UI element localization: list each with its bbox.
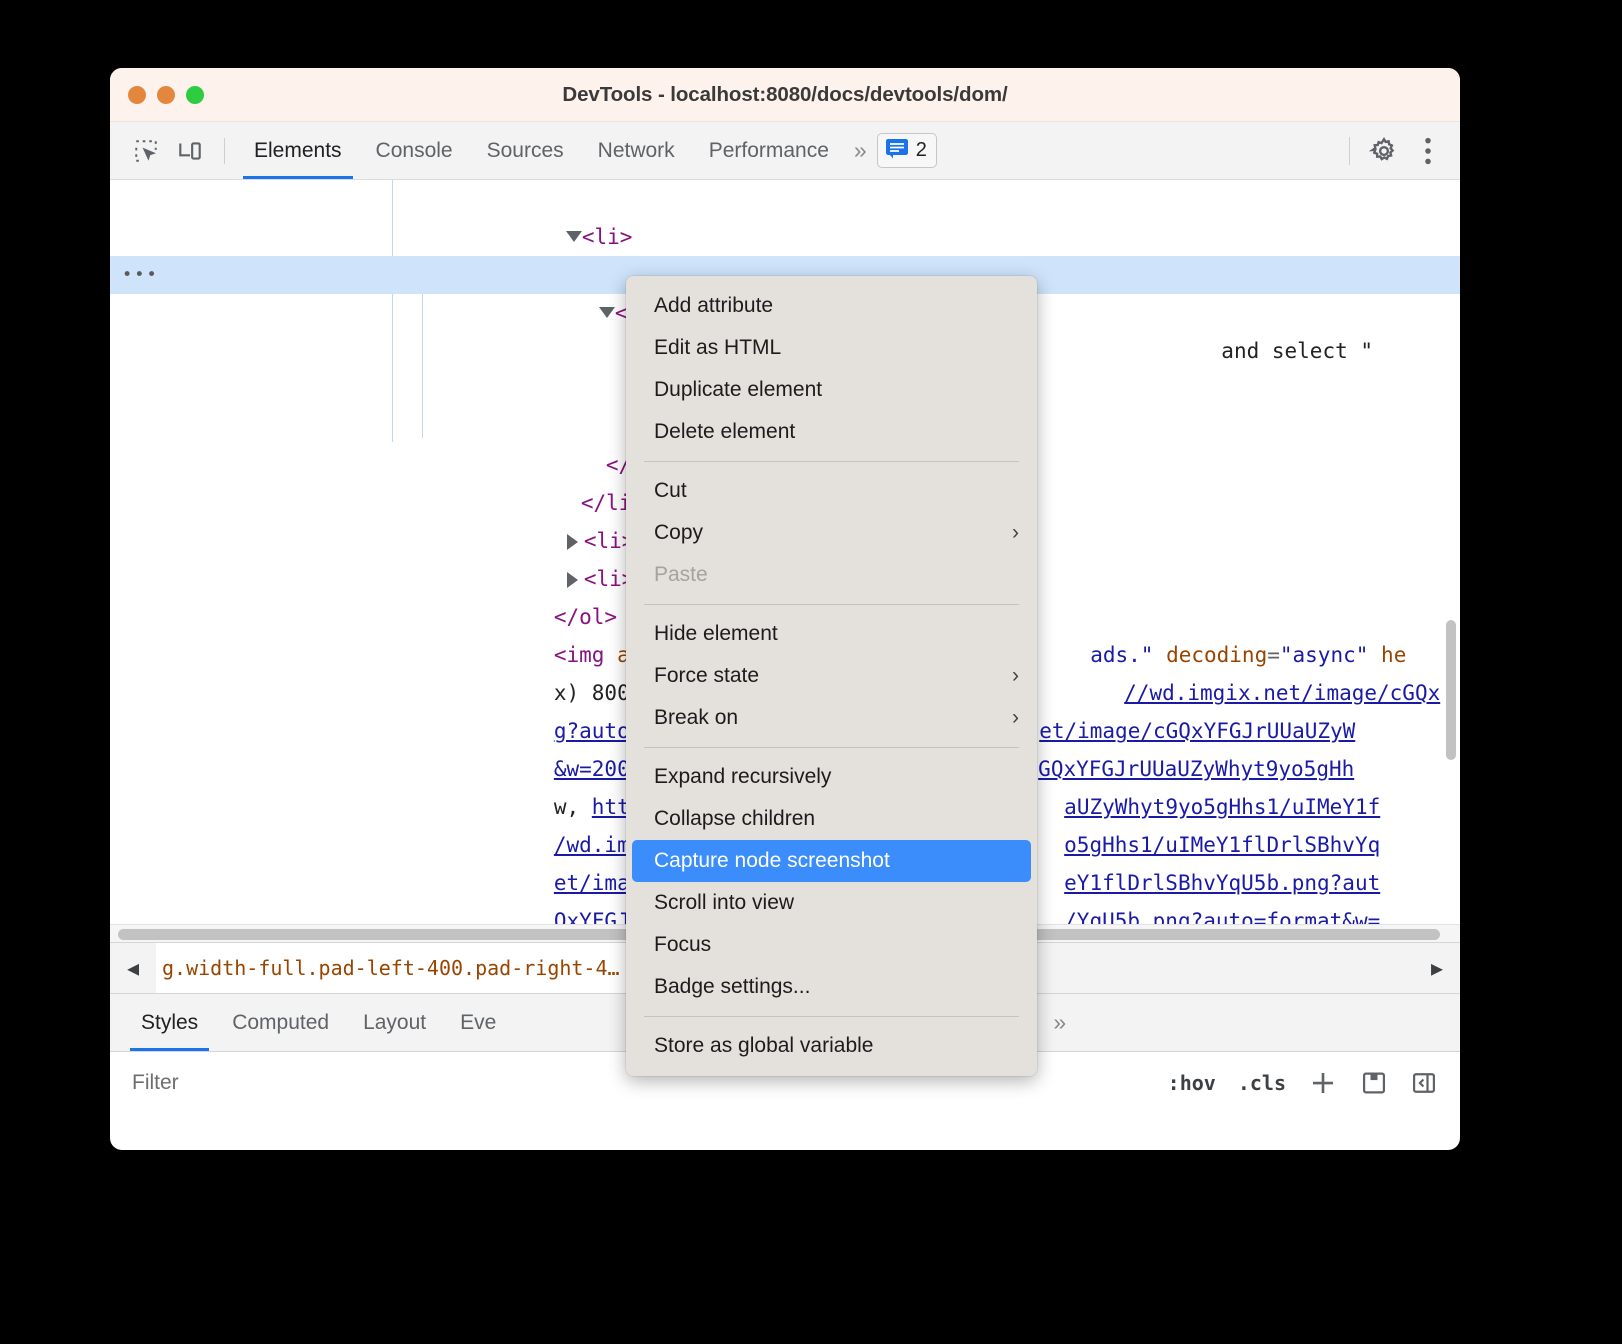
- menu-item-focus[interactable]: Focus: [626, 924, 1037, 966]
- menu-item-collapse-children[interactable]: Collapse children: [626, 798, 1037, 840]
- chevron-right-icon: ›: [1012, 706, 1019, 729]
- filter-input[interactable]: Filter: [132, 1071, 179, 1095]
- panel-tab-list: Elements Console Sources Network Perform…: [237, 122, 937, 179]
- menu-item-break-on[interactable]: Break on ›: [626, 697, 1037, 739]
- toolbar-divider: [224, 137, 225, 164]
- menu-item-delete-element[interactable]: Delete element: [626, 411, 1037, 453]
- menu-item-force-state-label: Force state: [654, 664, 760, 687]
- sidebar-more-tabs-icon[interactable]: »: [1045, 1009, 1070, 1036]
- menu-separator: [644, 604, 1019, 605]
- menu-item-capture-node-screenshot[interactable]: Capture node screenshot: [632, 840, 1031, 882]
- breadcrumb-scroll-left-icon[interactable]: ◀: [110, 943, 156, 993]
- tab-console[interactable]: Console: [359, 122, 470, 179]
- tab-event-listeners[interactable]: Eve: [443, 994, 513, 1051]
- menu-item-force-state[interactable]: Force state ›: [626, 655, 1037, 697]
- menu-item-store-as-global-variable[interactable]: Store as global variable: [626, 1025, 1037, 1067]
- traffic-lights: [128, 85, 204, 104]
- menu-separator: [644, 1016, 1019, 1017]
- chevron-right-icon: ›: [1012, 664, 1019, 687]
- tab-sources[interactable]: Sources: [470, 122, 581, 179]
- menu-item-copy[interactable]: Copy ›: [626, 512, 1037, 554]
- force-state-button[interactable]: :hov: [1168, 1071, 1216, 1095]
- close-window-button[interactable]: [128, 85, 146, 104]
- menu-item-edit-as-html[interactable]: Edit as HTML: [626, 327, 1037, 369]
- dom-row[interactable]: <li>: [110, 180, 1460, 249]
- menu-separator: [644, 461, 1019, 462]
- row-actions-icon[interactable]: •••: [122, 256, 159, 294]
- tab-performance[interactable]: Performance: [692, 122, 846, 179]
- tab-layout[interactable]: Layout: [346, 994, 443, 1051]
- context-menu[interactable]: Add attribute Edit as HTML Duplicate ele…: [626, 276, 1037, 1076]
- menu-item-hide-element[interactable]: Hide element: [626, 613, 1037, 655]
- element-classes-button[interactable]: .cls: [1238, 1071, 1286, 1095]
- breadcrumb-scroll-right-icon[interactable]: ▶: [1414, 943, 1460, 993]
- devtools-toolbar: Elements Console Sources Network Perform…: [110, 122, 1460, 180]
- more-tabs-icon[interactable]: »: [846, 137, 871, 164]
- menu-item-copy-label: Copy: [654, 521, 704, 544]
- minimize-window-button[interactable]: [157, 85, 175, 104]
- device-toolbar-icon[interactable]: [168, 131, 212, 171]
- window-titlebar: DevTools - localhost:8080/docs/devtools/…: [110, 68, 1460, 122]
- menu-item-paste: Paste: [654, 563, 708, 586]
- menu-item-duplicate-element[interactable]: Duplicate element: [626, 369, 1037, 411]
- style-sheet-icon[interactable]: [1360, 1069, 1388, 1097]
- toolbar-divider-2: [1349, 136, 1350, 165]
- menu-item-break-on-label: Break on: [654, 706, 739, 729]
- devtools-window: DevTools - localhost:8080/docs/devtools/…: [110, 68, 1460, 1150]
- issues-count: 2: [915, 139, 927, 161]
- toolbar-right-group: [1337, 131, 1460, 171]
- window-title: DevTools - localhost:8080/docs/devtools/…: [562, 82, 1008, 106]
- menu-item-cut[interactable]: Cut: [626, 470, 1037, 512]
- dom-row[interactable]: ::beforeflex: [110, 218, 1460, 288]
- kebab-menu-icon[interactable]: [1406, 131, 1450, 171]
- issues-message-icon: [885, 137, 909, 164]
- menu-item-add-attribute[interactable]: Add attribute: [626, 285, 1037, 327]
- menu-item-expand-recursively[interactable]: Expand recursively: [626, 756, 1037, 798]
- gear-icon[interactable]: [1362, 131, 1406, 171]
- inspect-element-icon[interactable]: [124, 131, 168, 171]
- filter-actions: :hov .cls: [1168, 1068, 1448, 1098]
- tab-elements[interactable]: Elements: [237, 122, 359, 179]
- chevron-right-icon: ›: [1012, 521, 1019, 544]
- plus-icon[interactable]: [1308, 1068, 1338, 1098]
- issues-button[interactable]: 2: [876, 133, 937, 168]
- toggle-sidebar-icon[interactable]: [1410, 1069, 1438, 1097]
- breadcrumb-item-0[interactable]: g.width-full.pad-left-400.pad-right-4…: [156, 943, 632, 993]
- zoom-window-button[interactable]: [186, 85, 204, 104]
- tab-styles[interactable]: Styles: [124, 994, 215, 1051]
- tab-network[interactable]: Network: [581, 122, 692, 179]
- menu-separator: [644, 747, 1019, 748]
- menu-item-badge-settings[interactable]: Badge settings...: [626, 966, 1037, 1008]
- dom-vertical-scrollbar[interactable]: [1446, 620, 1456, 760]
- tab-computed[interactable]: Computed: [215, 994, 346, 1051]
- menu-item-scroll-into-view[interactable]: Scroll into view: [626, 882, 1037, 924]
